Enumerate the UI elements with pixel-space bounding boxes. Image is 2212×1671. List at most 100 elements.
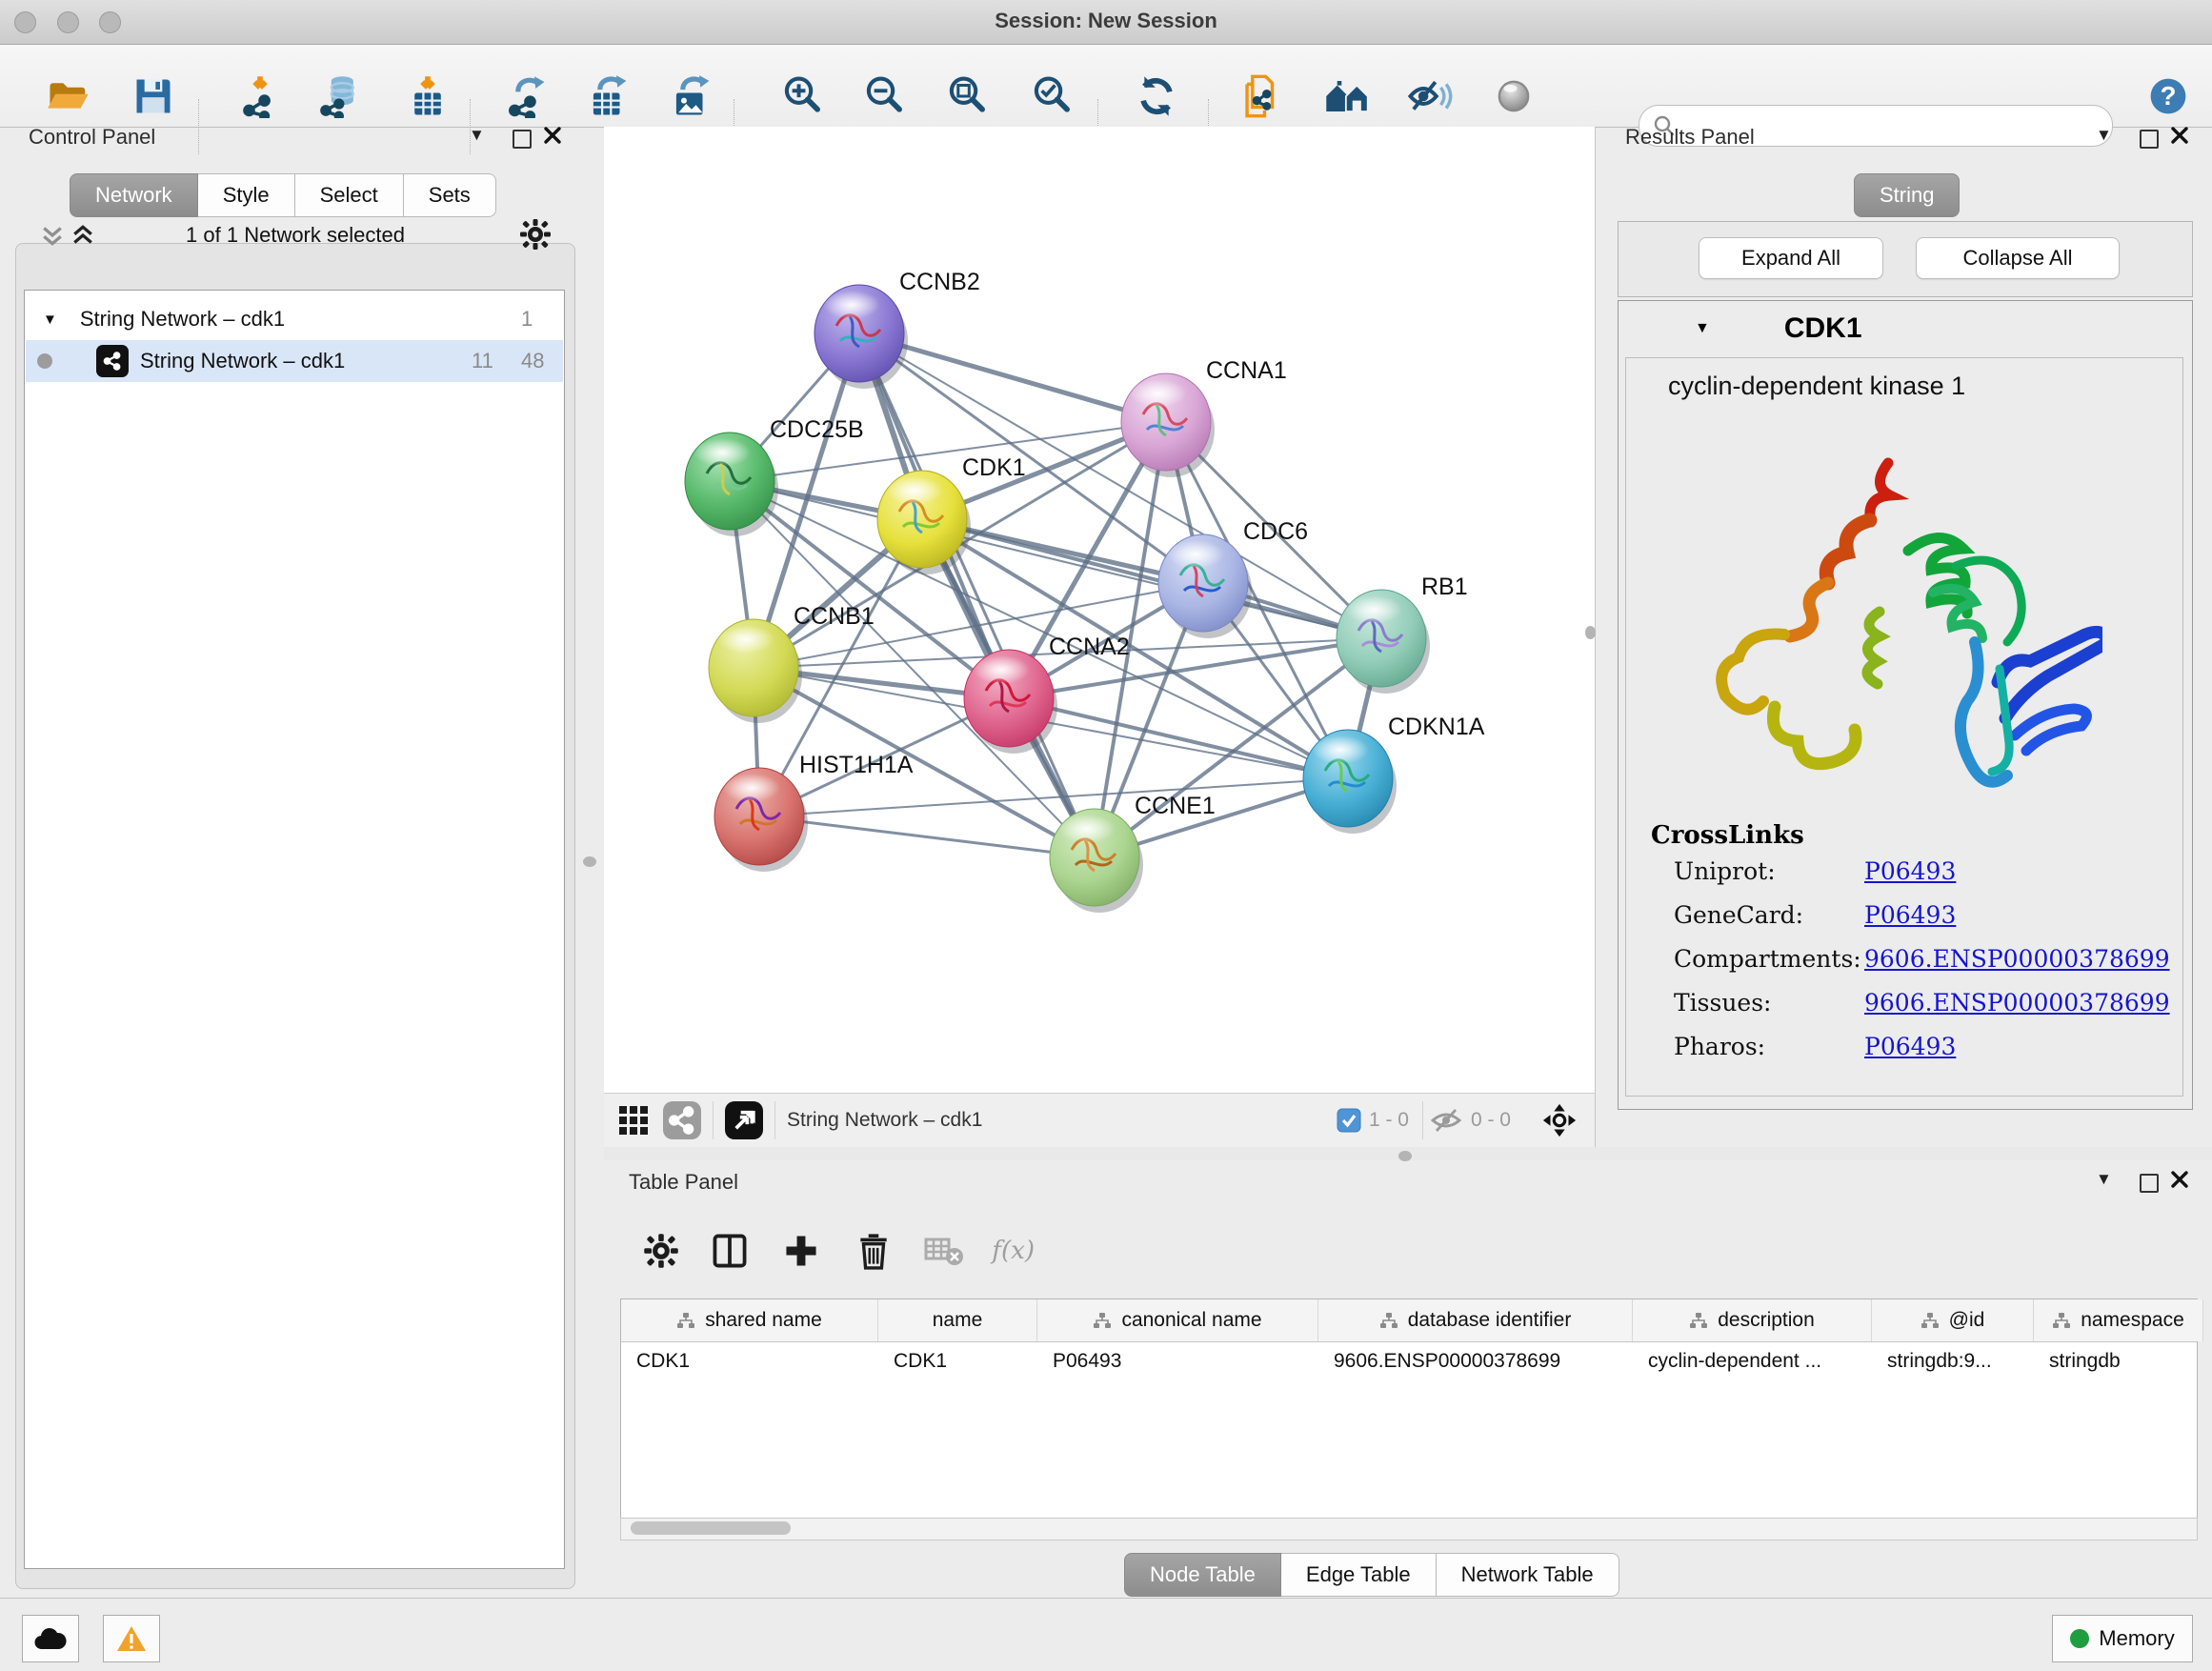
fit-content-icon[interactable] (940, 70, 994, 123)
birds-eye-view-icon[interactable] (725, 1101, 763, 1139)
table-horizontal-scrollbar[interactable] (620, 1518, 2198, 1540)
left-splitter-handle[interactable] (583, 856, 596, 867)
delete-column-trash-icon[interactable] (848, 1225, 899, 1277)
tab-select[interactable]: Select (295, 173, 404, 217)
table-panel-menu-icon[interactable]: ▼ (2096, 1170, 2112, 1189)
pan-mode-icon[interactable] (1541, 1102, 1578, 1138)
crosslink-link[interactable]: 9606.ENSP00000378699 (1864, 989, 2170, 1017)
network-collection-row[interactable]: ▼ String Network – cdk1 1 (26, 298, 563, 340)
node-CCNB2[interactable] (814, 285, 908, 389)
zoom-in-icon[interactable] (775, 70, 829, 123)
node-label-CCNA2: CCNA2 (1049, 634, 1130, 660)
selected-checkbox-icon[interactable] (1337, 1108, 1361, 1133)
node-CCNE1[interactable] (1050, 809, 1143, 913)
cell-namespace[interactable]: stringdb (2034, 1342, 2202, 1380)
crosslink-link[interactable]: P06493 (1864, 857, 1956, 885)
edge-HIST1H1A-CCNE1[interactable] (759, 816, 1095, 857)
zoom-out-icon[interactable] (857, 70, 911, 123)
cell-database-identifier[interactable]: 9606.ENSP00000378699 (1318, 1342, 1632, 1380)
crosslink-link[interactable]: P06493 (1864, 1033, 1956, 1060)
node-CDC25B[interactable] (685, 433, 778, 536)
function-builder-icon[interactable]: f(x) (989, 1225, 1040, 1277)
node-CDC6[interactable] (1158, 534, 1252, 638)
home-icon[interactable] (1320, 70, 1374, 123)
bottom-splitter-handle[interactable] (1398, 1151, 1412, 1161)
right-splitter-handle[interactable] (1585, 626, 1596, 639)
column-header-description[interactable]: description (1633, 1299, 1872, 1341)
crosslink-link[interactable]: 9606.ENSP00000378699 (1864, 945, 2170, 973)
network-list-options-gear-icon[interactable] (518, 217, 553, 252)
node-CCNA1[interactable] (1121, 373, 1215, 477)
scrollbar-thumb[interactable] (631, 1521, 791, 1535)
import-network-database-icon[interactable] (313, 70, 367, 123)
protein-expander-icon[interactable]: ▼ (1695, 320, 1710, 337)
cloud-status-button[interactable] (22, 1615, 79, 1662)
memory-label: Memory (2099, 1626, 2174, 1651)
hidden-eye-icon[interactable] (1429, 1106, 1463, 1135)
control-panel-close-icon[interactable] (543, 126, 562, 145)
tab-edge-table[interactable]: Edge Table (1281, 1553, 1437, 1597)
refresh-view-icon[interactable] (1130, 70, 1183, 123)
show-graphics-details-icon[interactable] (1487, 70, 1540, 123)
expand-all-networks-icon[interactable] (69, 221, 97, 250)
cell-description[interactable]: cyclin-dependent ... (1633, 1342, 1871, 1380)
export-image-icon[interactable] (665, 70, 718, 123)
hide-graphics-details-icon[interactable] (1403, 70, 1457, 123)
tab-network[interactable]: Network (70, 173, 198, 217)
control-panel-float-icon[interactable] (513, 130, 532, 149)
delete-table-icon[interactable] (918, 1225, 970, 1277)
warnings-button[interactable] (103, 1615, 160, 1662)
network-canvas[interactable]: CCNB2CCNA1CDC25BCDK1CDC6RB1CCNB1CCNA2CDK… (604, 127, 1596, 1093)
cell-canonical-name[interactable]: P06493 (1037, 1342, 1317, 1380)
column-header-shared-name[interactable]: shared name (621, 1299, 878, 1341)
control-panel-tabs: Network Style Select Sets (70, 173, 496, 217)
protein-header-row[interactable]: ▼ CDK1 (1619, 301, 2190, 356)
crosslink-link[interactable]: P06493 (1864, 901, 1956, 929)
column-header-name[interactable]: name (878, 1299, 1037, 1341)
column-header-namespace[interactable]: namespace (2034, 1299, 2203, 1341)
node-CDKN1A[interactable] (1303, 730, 1397, 834)
import-table-file-icon[interactable] (401, 70, 454, 123)
tab-sets[interactable]: Sets (404, 173, 496, 217)
table-panel-close-icon[interactable] (2170, 1170, 2189, 1189)
edge-CCNB2-CCNE1[interactable] (859, 333, 1095, 857)
open-session-icon[interactable] (42, 70, 95, 123)
zoom-selected-icon[interactable] (1025, 70, 1078, 123)
edge-CDK1-RB1[interactable] (922, 519, 1381, 638)
table-options-gear-icon[interactable] (635, 1225, 687, 1277)
help-icon[interactable]: ? (2142, 70, 2195, 123)
tab-style[interactable]: Style (198, 173, 295, 217)
expand-all-button[interactable]: Expand All (1699, 237, 1883, 279)
export-table-icon[interactable] (582, 70, 635, 123)
results-panel-menu-icon[interactable]: ▼ (2096, 126, 2112, 145)
cell--id[interactable]: stringdb:9... (1872, 1342, 2033, 1380)
protein-name: CDK1 (1784, 312, 1862, 345)
import-network-file-icon[interactable] (233, 70, 287, 123)
column-header--id[interactable]: @id (1872, 1299, 2034, 1341)
network-row[interactable]: String Network – cdk1 11 48 (26, 340, 563, 382)
cell-shared-name[interactable]: CDK1 (621, 1342, 877, 1380)
collapse-all-networks-icon[interactable] (38, 221, 67, 250)
grid-mode-icon[interactable] (617, 1104, 650, 1137)
memory-button[interactable]: Memory (2052, 1615, 2193, 1662)
create-column-icon[interactable] (775, 1225, 827, 1277)
show-columns-icon[interactable] (704, 1225, 755, 1277)
tab-node-table[interactable]: Node Table (1124, 1553, 1281, 1597)
tab-network-table[interactable]: Network Table (1437, 1553, 1619, 1597)
node-HIST1H1A[interactable] (714, 768, 808, 872)
node-RB1[interactable] (1337, 590, 1430, 694)
column-header-canonical-name[interactable]: canonical name (1037, 1299, 1318, 1341)
tab-string[interactable]: String (1854, 173, 1960, 217)
string-view-icon[interactable] (663, 1101, 701, 1139)
results-panel-float-icon[interactable] (2140, 130, 2159, 149)
column-header-database-identifier[interactable]: database identifier (1318, 1299, 1633, 1341)
export-network-icon[interactable] (500, 70, 553, 123)
cell-name[interactable]: CDK1 (878, 1342, 1036, 1380)
table-panel-float-icon[interactable] (2140, 1174, 2159, 1193)
collection-expander-icon[interactable]: ▼ (43, 312, 57, 328)
control-panel-menu-icon[interactable]: ▼ (469, 126, 485, 145)
results-panel-close-icon[interactable] (2170, 126, 2189, 145)
collapse-all-button[interactable]: Collapse All (1916, 237, 2120, 279)
clone-network-icon[interactable] (1235, 70, 1288, 123)
save-session-icon[interactable] (127, 70, 180, 123)
